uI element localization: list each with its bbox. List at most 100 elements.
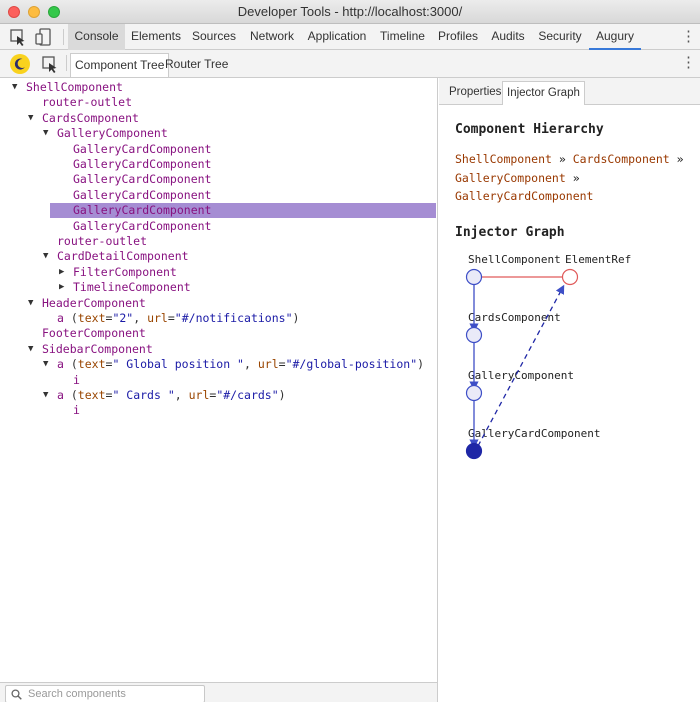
- tab-elements[interactable]: Elements: [126, 24, 186, 50]
- device-toolbar-icon[interactable]: [33, 27, 53, 47]
- search-box: [5, 685, 205, 702]
- tab-augury[interactable]: Augury: [589, 24, 641, 50]
- tree-node-text: a: [57, 388, 64, 402]
- graph-node-gallerycard[interactable]: [465, 442, 483, 460]
- expand-arrow-icon[interactable]: ▼: [43, 126, 51, 141]
- tab-injector-graph[interactable]: Injector Graph: [502, 81, 585, 105]
- tree-node-text: "#/notifications": [174, 311, 293, 325]
- tab-sources[interactable]: Sources: [188, 24, 240, 50]
- tree-node-label: a (text=" Cards ", url="#/cards"): [57, 388, 286, 403]
- tree-node-text: GalleryComponent: [57, 126, 168, 141]
- injector-graph-heading: Injector Graph: [455, 225, 565, 240]
- tree-node-text: GalleryCardComponent: [73, 187, 212, 202]
- tree-node-label: FilterComponent: [73, 265, 177, 280]
- select-component-icon[interactable]: [40, 54, 60, 74]
- injector-graph-svg: [465, 268, 579, 460]
- expand-arrow-icon[interactable]: ▼: [28, 111, 36, 126]
- tree-node-text: router-outlet: [42, 95, 133, 110]
- collapse-arrow-icon[interactable]: ▶: [59, 280, 67, 295]
- tab-component-tree[interactable]: Component Tree: [70, 53, 170, 77]
- tab-console[interactable]: Console: [68, 24, 125, 50]
- tab-profiles[interactable]: Profiles: [433, 24, 483, 50]
- tree-node-text: HeaderComponent: [42, 295, 146, 310]
- details-tab-bar: Properties Injector Graph: [439, 78, 700, 105]
- expand-arrow-icon[interactable]: ▼: [28, 342, 36, 357]
- tree-node-text: " Global position ": [112, 357, 244, 372]
- tree-node-text: text: [77, 388, 106, 402]
- expand-arrow-icon[interactable]: ▼: [28, 296, 36, 311]
- inspect-element-icon[interactable]: [8, 27, 28, 47]
- breadcrumb-separator: »: [558, 152, 566, 166]
- tree-node-label: SidebarComponent: [42, 342, 153, 357]
- tree-node-label: GalleryCardComponent: [73, 203, 211, 218]
- tree-node-text: text: [77, 311, 106, 325]
- tree-node-text: ,: [244, 357, 258, 372]
- component-hierarchy-heading: Component Hierarchy: [455, 122, 604, 137]
- tab-security[interactable]: Security: [534, 24, 586, 50]
- breadcrumb-separator: »: [572, 170, 580, 185]
- expand-arrow-icon[interactable]: ▼: [43, 249, 51, 264]
- tab-timeline[interactable]: Timeline: [375, 24, 430, 50]
- breadcrumb-item[interactable]: GalleryComponent: [455, 171, 566, 185]
- toolbar-divider: [66, 55, 67, 71]
- tab-audits[interactable]: Audits: [486, 24, 530, 50]
- tree-node-text: CardsComponent: [42, 110, 139, 125]
- tree-node-label: GalleryCardComponent: [73, 188, 211, 203]
- graph-node-elementref[interactable]: [561, 268, 579, 286]
- expand-arrow-icon[interactable]: ▼: [12, 80, 20, 95]
- tree-node-label: CardsComponent: [42, 111, 139, 126]
- tree-node-label: a (text="2", url="#/notifications"): [57, 311, 299, 326]
- tree-node-label: ShellComponent: [26, 80, 123, 95]
- tree-node-label: TimelineComponent: [73, 280, 191, 295]
- augury-menu-icon[interactable]: ⋮: [681, 54, 696, 72]
- devtools-tab-bar: Console Elements Sources Network Applica…: [0, 24, 700, 50]
- tree-node-text: ): [278, 388, 286, 402]
- tree-node-text: GalleryCardComponent: [73, 218, 212, 233]
- tree-node-label: HeaderComponent: [42, 296, 146, 311]
- tab-properties[interactable]: Properties: [445, 81, 505, 105]
- tree-node-text: "2": [112, 311, 134, 325]
- graph-node-shell[interactable]: [465, 268, 483, 286]
- expand-arrow-icon[interactable]: ▼: [43, 388, 51, 403]
- tab-router-tree[interactable]: Router Tree: [161, 53, 232, 77]
- tree-node-text: ShellComponent: [26, 80, 123, 94]
- component-hierarchy-breadcrumb: ShellComponent » CardsComponent » Galler…: [455, 150, 695, 206]
- graph-node-gallery[interactable]: [465, 384, 483, 402]
- tree-node-text: a: [57, 357, 64, 372]
- breadcrumb-separator: »: [676, 152, 684, 166]
- tree-node-text: router-outlet: [57, 234, 148, 248]
- tab-application[interactable]: Application: [303, 24, 371, 50]
- theme-toggle-icon[interactable]: [10, 54, 30, 74]
- tree-node-label: GalleryCardComponent: [73, 157, 211, 172]
- tree-node-label: GalleryCardComponent: [73, 219, 211, 234]
- devtools-menu-icon[interactable]: ⋮: [681, 28, 696, 46]
- tree-node-text: i: [73, 372, 80, 387]
- tree-node-text: "#/cards": [216, 388, 279, 402]
- tree-node-text: GalleryCardComponent: [73, 141, 212, 156]
- toolbar-divider: [63, 29, 64, 45]
- tree-node-label: router-outlet: [42, 95, 132, 110]
- tree-node-text: (: [63, 311, 78, 325]
- search-bar: [0, 682, 438, 702]
- tree-node-text: url: [257, 357, 279, 372]
- tree-node-text: FooterComponent: [42, 326, 146, 341]
- tree-node-label: i: [73, 403, 80, 418]
- tree-node-label: a (text=" Global position ", url="#/glob…: [57, 357, 424, 372]
- breadcrumb-item[interactable]: ShellComponent: [455, 152, 552, 166]
- tree-node-text: =: [167, 311, 175, 325]
- tab-network[interactable]: Network: [244, 24, 300, 50]
- tree-node-text: " Cards ": [112, 388, 175, 402]
- breadcrumb-item[interactable]: GalleryCardComponent: [455, 189, 593, 203]
- collapse-arrow-icon[interactable]: ▶: [59, 265, 67, 280]
- search-input[interactable]: [28, 687, 198, 701]
- breadcrumb-item[interactable]: CardsComponent: [573, 152, 670, 166]
- tree-node-text: SidebarComponent: [42, 341, 153, 356]
- tree-node-label: GalleryCardComponent: [73, 172, 211, 187]
- augury-toolbar: Component Tree Router Tree ⋮: [0, 50, 700, 78]
- expand-arrow-icon[interactable]: ▼: [43, 357, 51, 372]
- graph-node-cards[interactable]: [465, 326, 483, 344]
- tree-node-text: url: [147, 311, 168, 325]
- tree-node-label: router-outlet: [57, 234, 147, 249]
- tree-node-text: GalleryCardComponent: [73, 172, 212, 187]
- tree-node-text: CardDetailComponent: [57, 249, 189, 264]
